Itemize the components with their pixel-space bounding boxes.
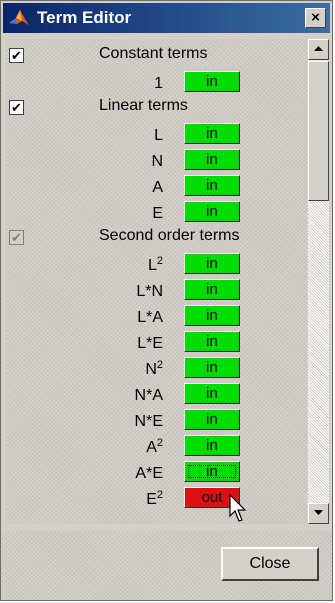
term-toggle-button[interactable]: in bbox=[184, 383, 240, 404]
arrow-down-icon bbox=[314, 510, 323, 515]
term-row: 1 in bbox=[7, 71, 307, 97]
terms-panel: ✔ Constant terms 1 in ✔ Linear terms L i… bbox=[7, 39, 307, 524]
term-row: A*E in bbox=[7, 461, 307, 487]
term-label: L bbox=[154, 127, 163, 144]
term-row: L in bbox=[7, 123, 307, 149]
term-label: A bbox=[152, 179, 163, 196]
term-toggle-button[interactable]: in bbox=[184, 279, 240, 300]
matlab-logo-icon bbox=[9, 10, 29, 25]
second-order-terms-label: Second order terms bbox=[99, 227, 240, 244]
constant-terms-checkbox[interactable]: ✔ bbox=[9, 48, 24, 63]
arrow-up-icon bbox=[314, 46, 323, 51]
term-label: 1 bbox=[154, 75, 163, 92]
term-row: A2 in bbox=[7, 435, 307, 461]
vertical-scrollbar[interactable] bbox=[308, 39, 329, 524]
group-header-linear: ✔ Linear terms bbox=[7, 97, 307, 123]
term-row: A in bbox=[7, 175, 307, 201]
term-toggle-button[interactable]: in bbox=[184, 409, 240, 430]
term-editor-window: Term Editor × ✔ Constant terms 1 in ✔ Li… bbox=[0, 0, 333, 601]
term-row: E in bbox=[7, 201, 307, 227]
term-row: N*A in bbox=[7, 383, 307, 409]
term-toggle-button[interactable]: in bbox=[184, 461, 240, 482]
title-bar[interactable]: Term Editor × bbox=[3, 3, 330, 33]
mouse-pointer-icon bbox=[229, 494, 247, 522]
term-toggle-button[interactable]: in bbox=[184, 175, 240, 196]
term-label: N2 bbox=[145, 359, 163, 378]
second-order-terms-checkbox[interactable]: ✔ bbox=[9, 230, 24, 245]
term-label: E2 bbox=[146, 489, 163, 508]
scroll-up-button[interactable] bbox=[308, 39, 329, 60]
term-label: L2 bbox=[147, 255, 163, 274]
term-label: L*A bbox=[137, 309, 163, 326]
term-row: E2 out bbox=[7, 487, 307, 513]
term-row: N2 in bbox=[7, 357, 307, 383]
term-row: L*E in bbox=[7, 331, 307, 357]
window-close-button[interactable]: × bbox=[305, 8, 326, 28]
linear-terms-label: Linear terms bbox=[99, 97, 188, 114]
constant-terms-label: Constant terms bbox=[99, 45, 208, 62]
term-toggle-button[interactable]: in bbox=[184, 331, 240, 352]
term-row: L*A in bbox=[7, 305, 307, 331]
term-label: N bbox=[151, 153, 163, 170]
footer-panel: Close bbox=[1, 531, 332, 600]
term-toggle-button[interactable]: in bbox=[184, 253, 240, 274]
term-row: L2 in bbox=[7, 253, 307, 279]
term-label: L*N bbox=[136, 283, 163, 300]
group-header-second-order: ✔ Second order terms bbox=[7, 227, 307, 253]
term-toggle-button[interactable]: in bbox=[184, 123, 240, 144]
term-row: L*N in bbox=[7, 279, 307, 305]
term-toggle-button[interactable]: in bbox=[184, 149, 240, 170]
term-label: E bbox=[152, 205, 163, 222]
term-label: N*E bbox=[134, 413, 163, 430]
term-row: N in bbox=[7, 149, 307, 175]
linear-terms-checkbox[interactable]: ✔ bbox=[9, 100, 24, 115]
term-label: A*E bbox=[135, 465, 163, 482]
term-toggle-button[interactable]: in bbox=[184, 435, 240, 456]
term-label: A2 bbox=[146, 437, 163, 456]
term-toggle-button[interactable]: in bbox=[184, 201, 240, 222]
term-toggle-button[interactable]: in bbox=[184, 357, 240, 378]
term-label: L*E bbox=[137, 335, 163, 352]
term-toggle-button[interactable]: in bbox=[184, 71, 240, 92]
term-toggle-button[interactable]: in bbox=[184, 305, 240, 326]
scroll-thumb[interactable] bbox=[308, 61, 329, 201]
scroll-down-button[interactable] bbox=[308, 503, 329, 524]
window-title: Term Editor bbox=[37, 8, 132, 27]
close-button[interactable]: Close bbox=[221, 547, 319, 581]
term-label: N*A bbox=[134, 387, 163, 404]
group-header-constant: ✔ Constant terms bbox=[7, 45, 307, 71]
term-row: N*E in bbox=[7, 409, 307, 435]
